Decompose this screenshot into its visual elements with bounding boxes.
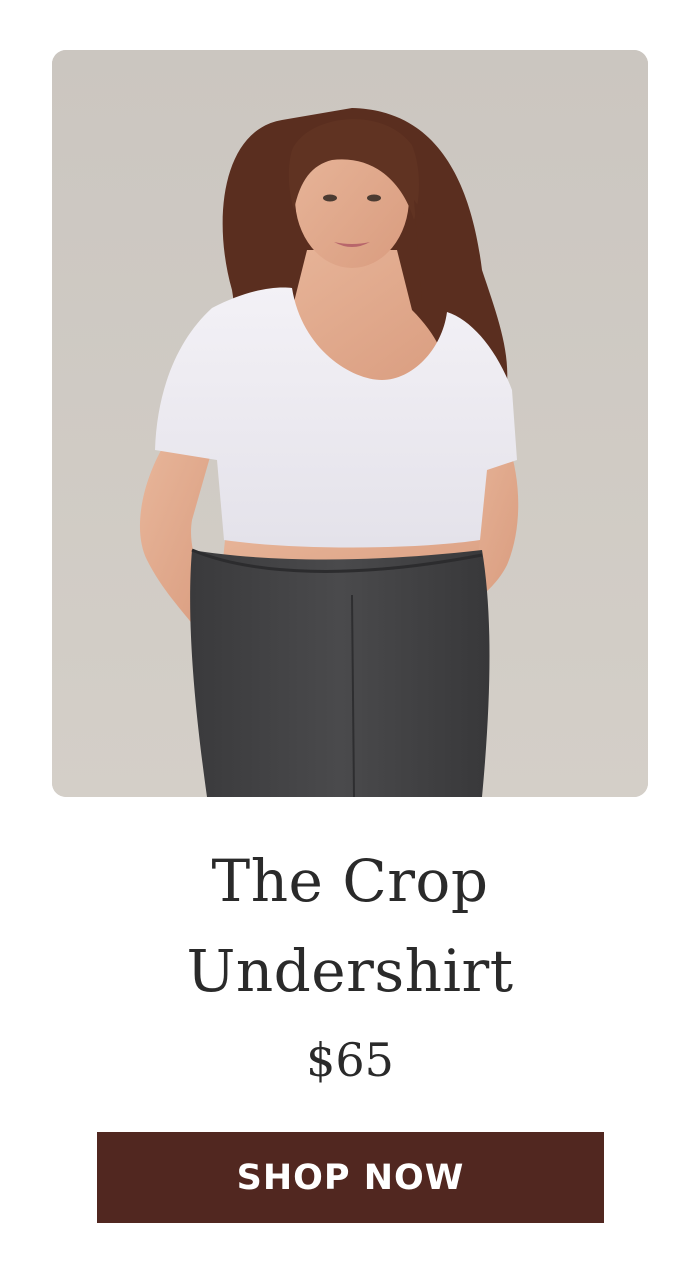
product-title-line-2: Undershirt [186,937,514,1005]
product-card: The Crop Undershirt $65 SHOP NOW [0,0,700,1273]
shop-now-button[interactable]: SHOP NOW [97,1132,604,1223]
product-image[interactable] [52,50,648,797]
product-price: $65 [306,1033,394,1087]
product-title-line-1: The Crop [211,847,489,915]
product-photo-illustration [52,50,648,797]
product-title[interactable]: The Crop Undershirt [0,836,700,1016]
